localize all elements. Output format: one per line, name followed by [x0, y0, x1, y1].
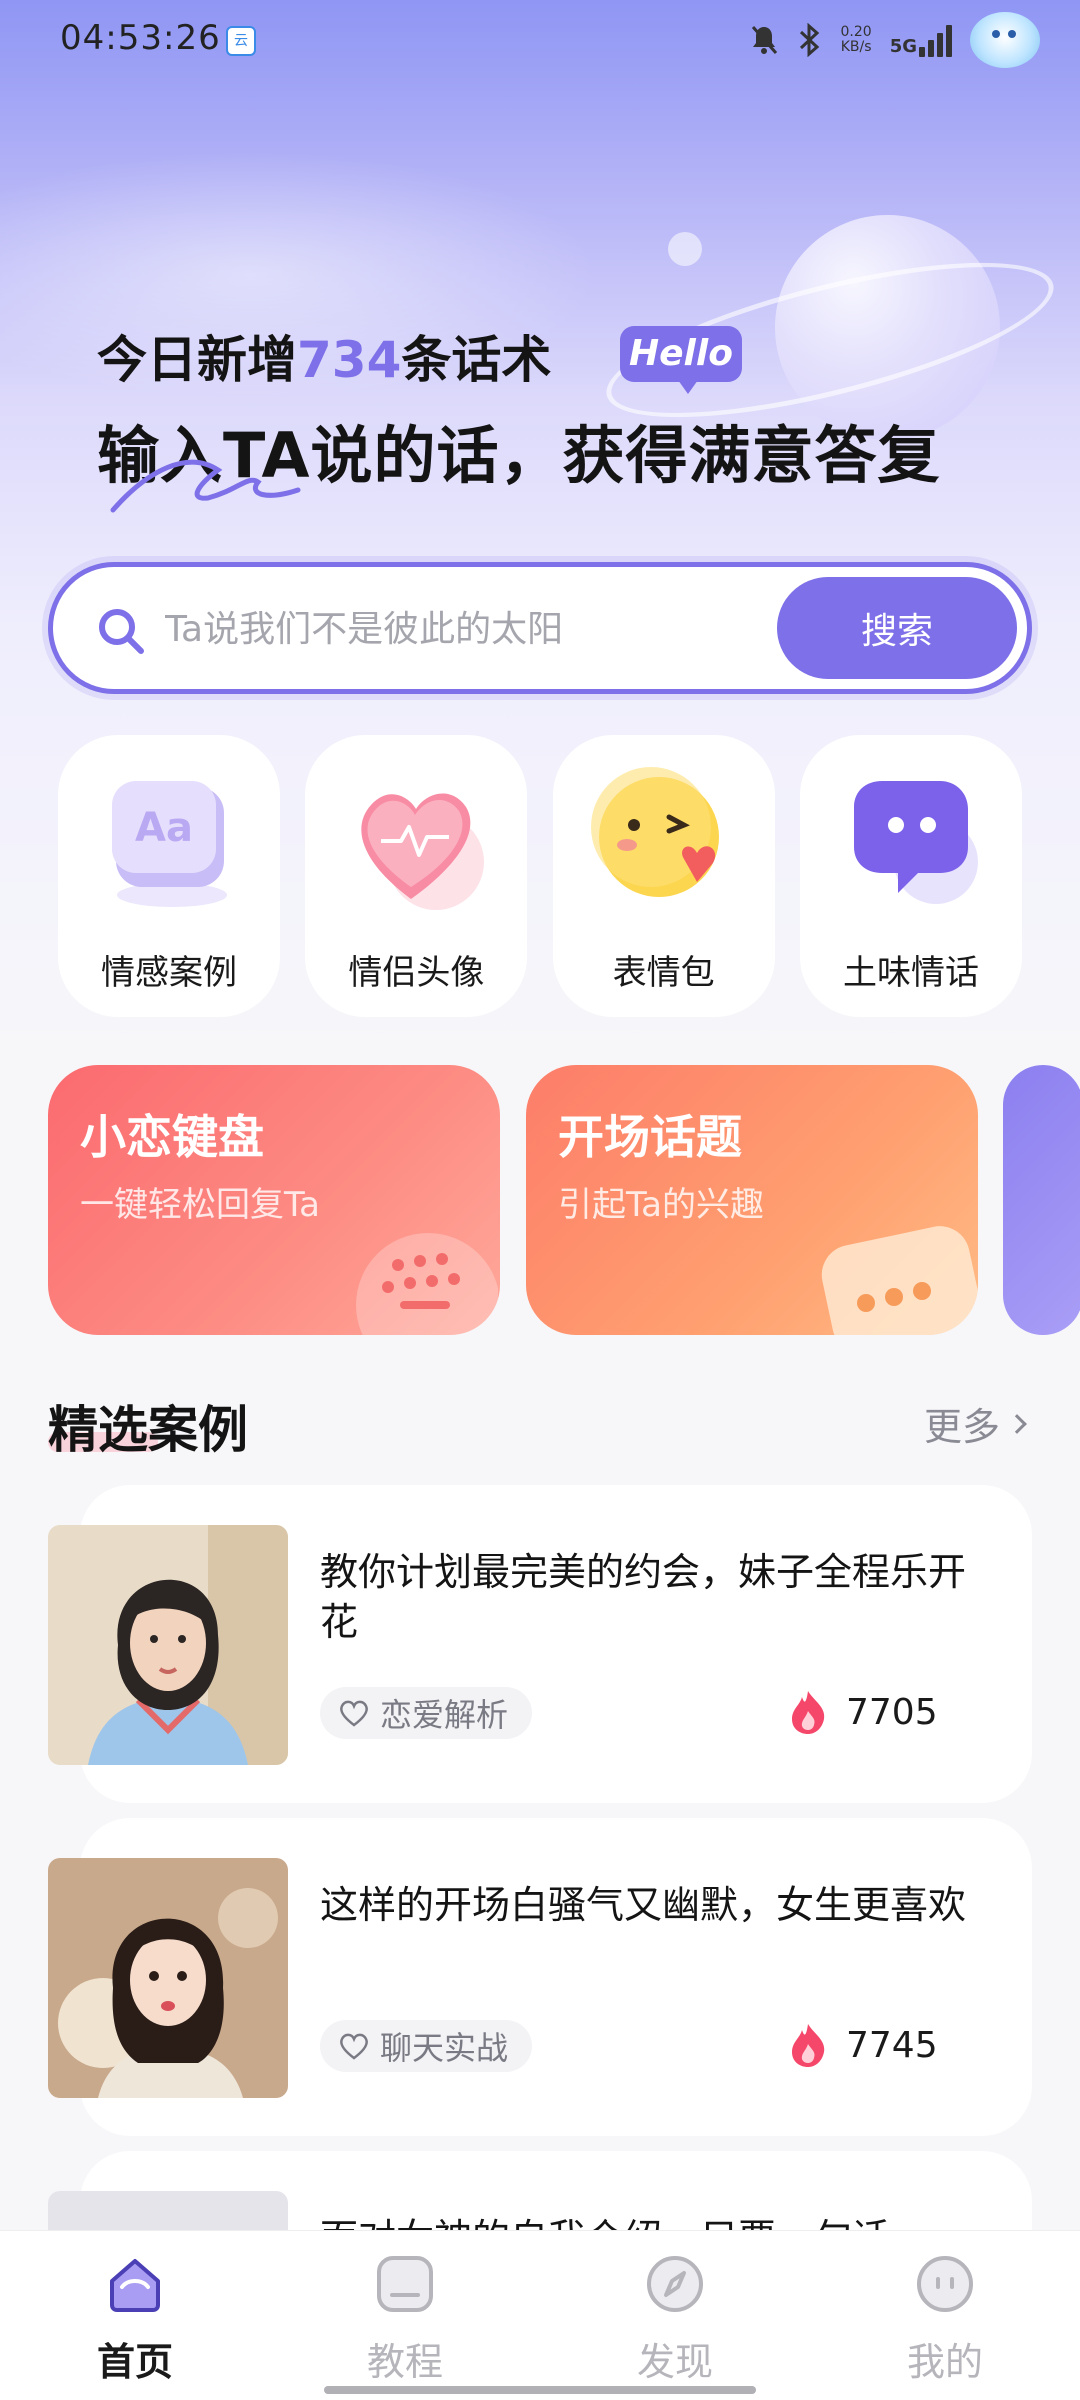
feature-card-next[interactable]	[1003, 1065, 1080, 1335]
keyboard-icon	[356, 1233, 498, 1335]
mute-bell-icon	[751, 26, 777, 54]
signal-indicator: 5G	[890, 23, 952, 57]
anime-avatar[interactable]	[970, 12, 1040, 68]
typing-bubble-icon	[821, 1226, 978, 1335]
hello-badge: Hello	[620, 326, 742, 394]
heart-bubble-decoration	[668, 232, 702, 266]
nav-profile[interactable]: 我的	[845, 2253, 1045, 2384]
signal-bars-icon	[919, 23, 952, 57]
svg-text:Aa: Aa	[135, 805, 193, 851]
heart-outline-icon	[340, 1700, 368, 1727]
search-input[interactable]	[165, 599, 765, 659]
nav-label: 首页	[96, 2340, 173, 2384]
case-tag[interactable]: 恋爱解析	[320, 1687, 533, 1739]
category-cheesy-lines[interactable]: 土味情话	[799, 735, 1022, 1017]
feature-subtitle: 引起Ta的兴趣	[558, 1185, 764, 1225]
case-tag[interactable]: 聊天实战	[320, 2020, 533, 2072]
status-bar: 04:53:26 云 0.20 KB/s 5G	[0, 0, 1080, 80]
feature-opening-topics[interactable]: 开场话题 引起Ta的兴趣	[526, 1065, 978, 1335]
nav-label: 教程	[366, 2340, 443, 2384]
search-button[interactable]: 搜索	[777, 577, 1017, 679]
nav-home[interactable]: 首页	[35, 2253, 235, 2384]
home-indicator[interactable]	[324, 2386, 756, 2394]
search-icon	[99, 609, 144, 654]
flame-icon	[792, 2024, 825, 2067]
nav-tutorial[interactable]: 教程	[305, 2253, 505, 2384]
feature-love-keyboard[interactable]: 小恋键盘 一键轻松回复Ta	[48, 1065, 500, 1335]
nav-label: 我的	[906, 2340, 983, 2384]
category-label: 土味情话	[842, 953, 979, 993]
chat-bubble-icon	[853, 781, 978, 904]
network-type: 5G	[889, 36, 917, 57]
category-label: 表情包	[612, 953, 715, 993]
heart-icon	[361, 793, 485, 910]
category-couple-avatars[interactable]: 情侣头像	[305, 735, 528, 1017]
more-link[interactable]: 更多	[924, 1396, 1027, 1451]
bottom-navigation: 首页 教程 发现 我的	[0, 2230, 1080, 2400]
case-card[interactable]: 教你计划最完美的约会，妹子全程乐开花 恋爱解析 7705	[48, 1485, 1032, 1803]
chevron-right-icon	[1007, 1413, 1027, 1434]
feature-title: 开场话题	[558, 1110, 742, 1164]
network-speed: 0.20 KB/s	[840, 24, 872, 55]
featured-section-title: 精选案例	[48, 1401, 248, 1459]
nav-label: 发现	[636, 2340, 713, 2384]
feature-cards: 小恋键盘 一键轻松回复Ta 开场话题 引起Ta的兴趣	[48, 1065, 1080, 1335]
case-hot-count: 7705	[788, 1689, 938, 1735]
case-thumbnail	[48, 1525, 288, 1765]
new-scripts-count: 734	[297, 331, 402, 389]
case-title: 教你计划最完美的约会，妹子全程乐开花	[320, 1550, 967, 1644]
case-card[interactable]: 这样的开场白骚气又幽默，女生更喜欢 聊天实战 7745	[48, 1818, 1032, 2136]
flame-icon	[792, 1691, 825, 1734]
heart-outline-icon	[340, 2033, 368, 2060]
case-hot-count: 7745	[788, 2022, 938, 2068]
emoji-wink-icon	[590, 767, 719, 897]
tutorial-icon	[377, 2256, 433, 2312]
compass-icon	[647, 2256, 703, 2312]
case-title: 这样的开场白骚气又幽默，女生更喜欢	[320, 1883, 967, 1927]
case-thumbnail	[48, 1858, 288, 2098]
nav-discover[interactable]: 发现	[575, 2253, 775, 2384]
scribble-decoration	[110, 459, 301, 513]
notification-app-icon: 云	[226, 26, 256, 56]
category-emotional-cases[interactable]: Aa 情感案例	[58, 735, 280, 1017]
aa-cube-icon: Aa	[112, 781, 227, 907]
category-label: 情侣头像	[348, 953, 485, 993]
profile-icon	[917, 2256, 973, 2312]
feature-subtitle: 一键轻松回复Ta	[80, 1185, 320, 1225]
feature-title: 小恋键盘	[80, 1110, 264, 1164]
bluetooth-icon	[799, 23, 819, 57]
category-grid: Aa 情感案例 情侣头像 表情包 土味情话	[58, 735, 1022, 1017]
home-icon	[110, 2259, 160, 2312]
search-bar: 搜索	[48, 562, 1032, 694]
category-stickers[interactable]: 表情包	[552, 735, 775, 1017]
new-scripts-headline: 今日新增734条话术	[97, 331, 552, 389]
category-label: 情感案例	[101, 953, 237, 993]
status-time: 04:53:26	[60, 18, 221, 58]
